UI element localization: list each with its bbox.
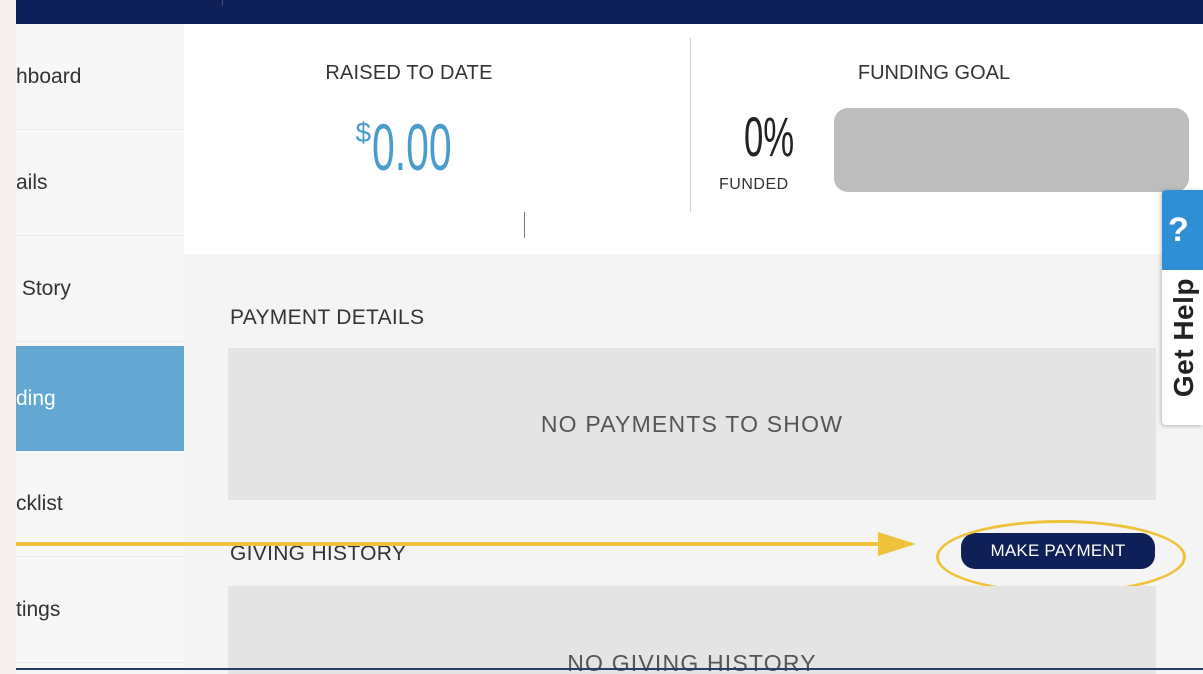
sidebar: hboard ails Story ding cklist tings [16, 24, 184, 674]
sidebar-item-checklist[interactable]: cklist [16, 451, 184, 557]
raised-amount: $0.00 [284, 109, 534, 185]
summary-divider [690, 38, 691, 212]
funding-goal-label: FUNDING GOAL [857, 62, 1011, 84]
get-help-label: Get Help [1168, 278, 1199, 398]
funding-summary: RAISED TO DATE $0.00 FUNDING GOAL 0% FUN… [184, 24, 1203, 254]
payment-details-title: PAYMENT DETAILS [230, 306, 425, 329]
funded-percent: 0% [744, 104, 834, 169]
funding-page: hboard ails Story ding cklist tings RAIS… [16, 0, 1203, 674]
payments-content: PAYMENT DETAILS NO PAYMENTS TO SHOW GIVI… [184, 254, 1203, 674]
payment-details-empty-state: NO PAYMENTS TO SHOW [228, 348, 1156, 500]
giving-history-title: GIVING HISTORY [230, 542, 407, 565]
sidebar-item-label: ding [16, 386, 56, 410]
top-navigation-bar [16, 0, 1203, 24]
sidebar-item-details[interactable]: ails [16, 130, 184, 236]
get-help-tab[interactable]: ? Get Help [1162, 190, 1203, 425]
sidebar-item-label: Story [16, 276, 71, 300]
sidebar-item-label: tings [16, 597, 61, 621]
make-payment-button[interactable]: MAKE PAYMENT [961, 533, 1155, 569]
raised-to-date-label: RAISED TO DATE [325, 62, 493, 84]
funding-progress-bar [834, 108, 1189, 192]
giving-history-empty-state: NO GIVING HISTORY [228, 586, 1156, 674]
topbar-divider [222, 0, 223, 6]
sidebar-item-label: cklist [16, 491, 63, 515]
sidebar-item-label: ails [16, 170, 48, 194]
funded-percent-value: 0% [744, 105, 795, 168]
currency-symbol: $ [355, 117, 372, 148]
funded-label: FUNDED [719, 176, 789, 193]
sidebar-item-label: hboard [16, 64, 82, 88]
sidebar-item-dashboard[interactable]: hboard [16, 24, 184, 130]
question-mark-icon: ? [1162, 190, 1203, 270]
raised-amount-value: 0.00 [372, 110, 452, 184]
progress-track [834, 108, 1189, 192]
text-cursor [524, 212, 525, 238]
sidebar-item-funding[interactable]: ding [16, 346, 184, 451]
bottom-border [16, 668, 1203, 670]
payment-details-empty-text: NO PAYMENTS TO SHOW [540, 410, 844, 437]
giving-history-empty-text: NO GIVING HISTORY [567, 650, 817, 674]
sidebar-item-settings[interactable]: tings [16, 557, 184, 663]
sidebar-item-story[interactable]: Story [16, 236, 184, 342]
